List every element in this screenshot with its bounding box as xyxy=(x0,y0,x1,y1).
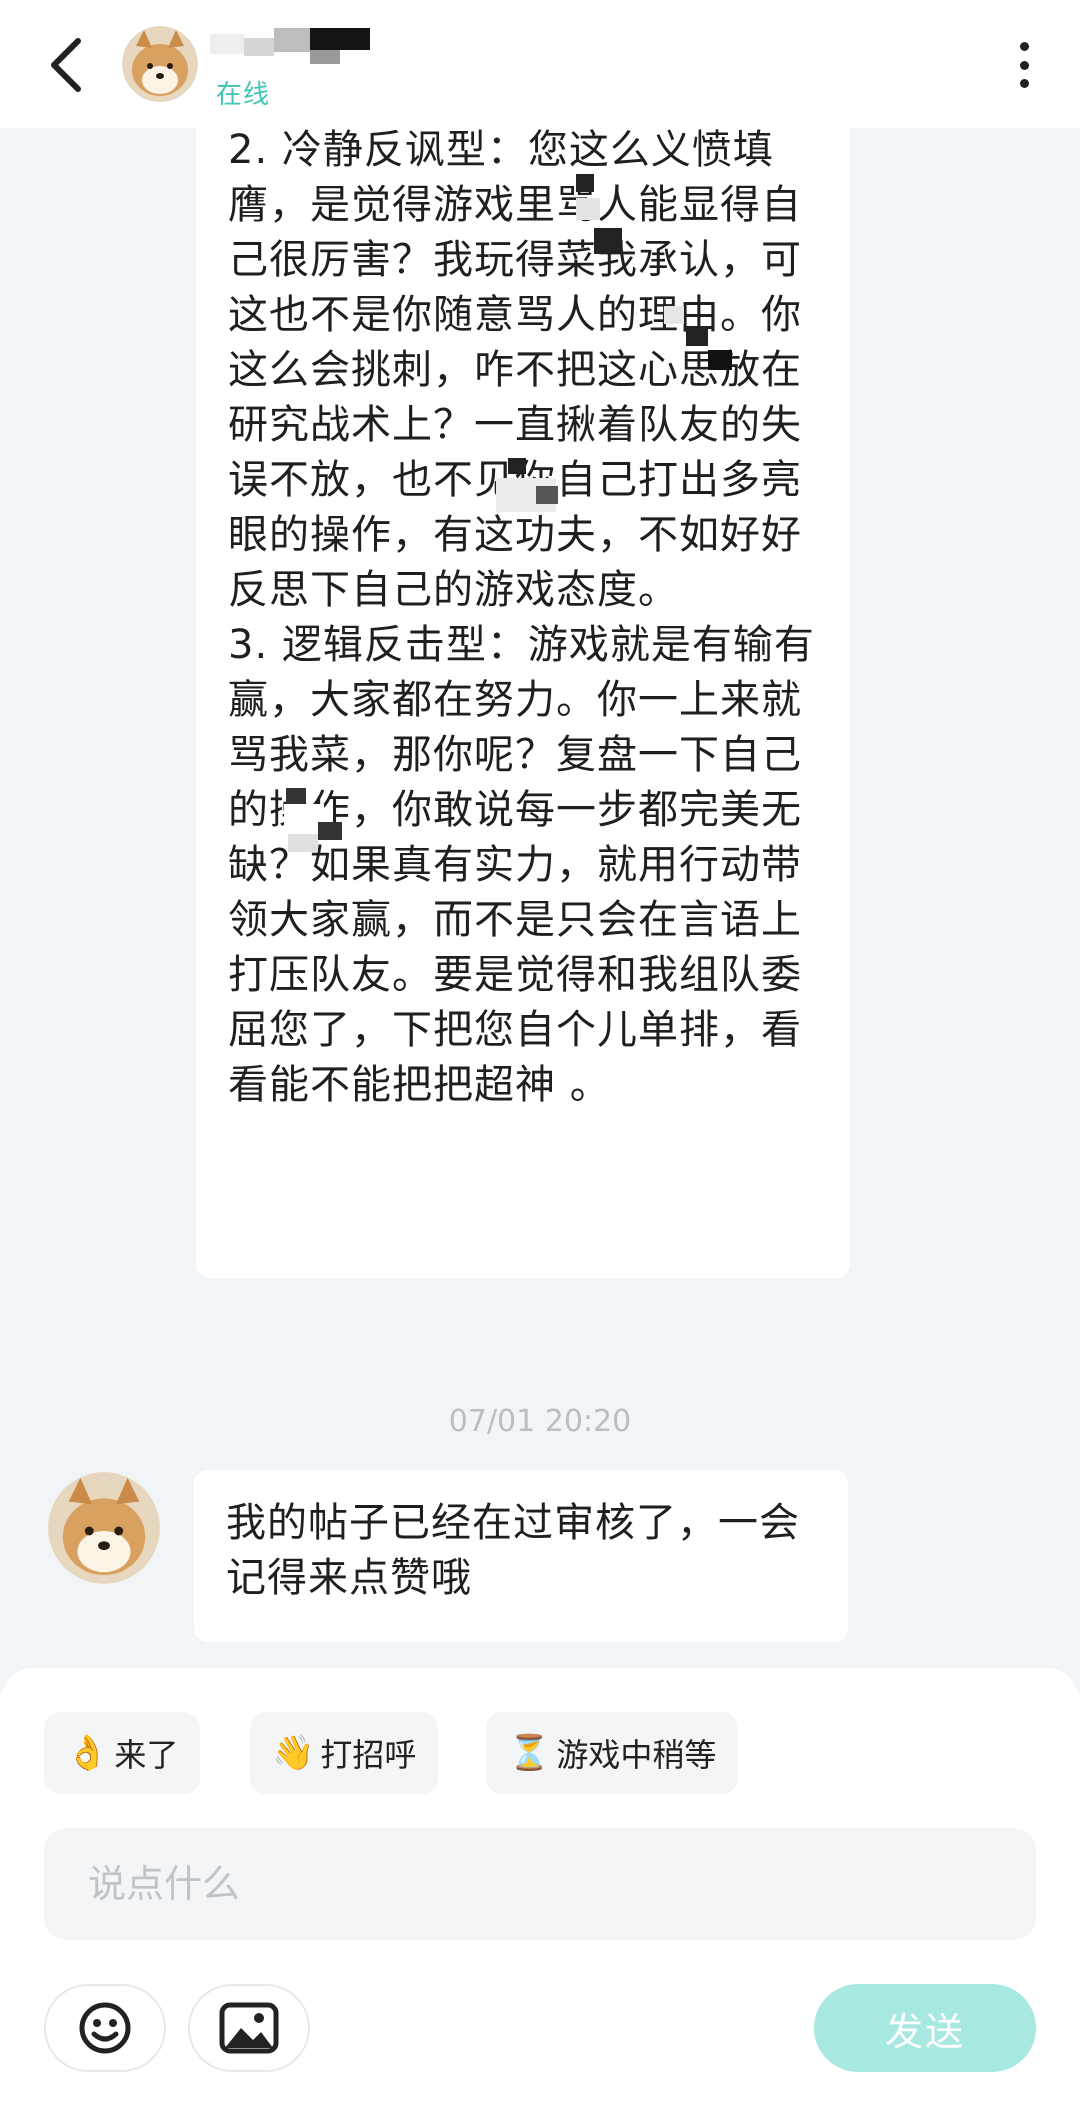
quick-reply-label: 打招呼 xyxy=(320,1736,417,1774)
message-timestamp: 07/01 20:20 xyxy=(448,1404,632,1439)
contact-name-redacted xyxy=(210,28,380,68)
message-bubble[interactable]: 骂我已赢不了游戏，不是吗？ 2. 冷静反讽型：您这么义愤填膺，是觉得游戏里骂人能… xyxy=(196,128,850,1278)
emoji-button[interactable] xyxy=(44,1984,166,2072)
image-button[interactable] xyxy=(188,1984,310,2072)
redaction-mosaic xyxy=(708,350,732,370)
redaction-mosaic xyxy=(318,822,342,840)
message-bubble[interactable]: 我的帖子已经在过审核了，一会记得来点赞哦 xyxy=(194,1470,848,1642)
chevron-left-icon xyxy=(51,38,81,92)
more-options-button[interactable] xyxy=(1004,34,1044,96)
waving-hand-icon: 👋 xyxy=(272,1733,315,1773)
quick-reply-label: 来了 xyxy=(114,1736,179,1774)
more-vertical-icon xyxy=(1019,42,1029,51)
redaction-mosaic xyxy=(686,326,708,346)
input-panel: 👌 来了 👋 打招呼 ⏳ 游戏中稍等 发送 xyxy=(0,1668,1080,2120)
send-button[interactable]: 发送 xyxy=(814,1984,1036,2072)
online-status: 在线 xyxy=(216,80,271,110)
quick-reply-greet[interactable]: 👋 打招呼 xyxy=(250,1712,439,1794)
back-button[interactable] xyxy=(36,30,96,100)
contact-avatar[interactable] xyxy=(122,26,198,102)
chat-header: 在线 xyxy=(0,0,1080,128)
smiley-icon xyxy=(79,2002,131,2054)
redaction-mosaic xyxy=(508,458,526,474)
hourglass-icon: ⏳ xyxy=(508,1733,551,1773)
redaction-mosaic xyxy=(594,228,622,254)
quick-reply-label: 游戏中稍等 xyxy=(556,1736,717,1774)
quick-reply-wait[interactable]: ⏳ 游戏中稍等 xyxy=(486,1712,739,1794)
image-icon xyxy=(219,2002,279,2054)
ok-hand-icon: 👌 xyxy=(66,1733,109,1773)
quick-reply-coming[interactable]: 👌 来了 xyxy=(44,1712,201,1794)
chat-message-list[interactable]: 骂我已赢不了游戏，不是吗？ 2. 冷静反讽型：您这么义愤填膺，是觉得游戏里骂人能… xyxy=(0,128,1080,1668)
sender-avatar[interactable] xyxy=(48,1472,160,1584)
message-text: 骂我已赢不了游戏，不是吗？ 2. 冷静反讽型：您这么义愤填膺，是觉得游戏里骂人能… xyxy=(228,128,815,1108)
redaction-mosaic xyxy=(576,174,594,192)
message-input[interactable] xyxy=(44,1828,1036,1940)
